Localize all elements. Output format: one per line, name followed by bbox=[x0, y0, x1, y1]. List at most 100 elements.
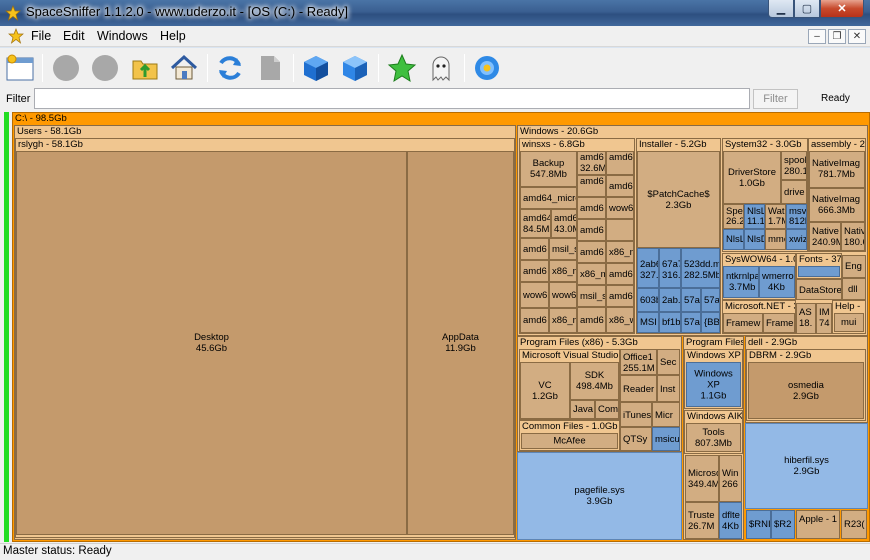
menu-windows[interactable]: Windows bbox=[97, 29, 148, 43]
file-button[interactable] bbox=[254, 52, 286, 84]
treemap-driverstore[interactable]: DriverStore 1.0Gb bbox=[723, 151, 781, 204]
treemap-common-files[interactable]: Common Files - 1.0Gb McAfee bbox=[519, 420, 620, 451]
treemap-winsxs-item[interactable]: amd6 bbox=[577, 175, 606, 197]
favorite-button[interactable] bbox=[386, 52, 418, 84]
filter-button[interactable]: Filter bbox=[753, 89, 798, 109]
disabled-button-1[interactable] bbox=[50, 52, 82, 84]
treemap-dll[interactable]: dll bbox=[842, 278, 866, 300]
treemap-winsxs-item[interactable]: amd6 bbox=[520, 308, 549, 333]
treemap-winsxs-item[interactable]: amd643.0M bbox=[551, 209, 577, 238]
treemap-syswow-item[interactable]: wmerro 4Kb bbox=[759, 266, 795, 298]
treemap-winsxs-item[interactable]: x86_m bbox=[549, 260, 577, 282]
treemap-installer-item[interactable]: bf1b bbox=[659, 312, 681, 333]
treemap-installer-item[interactable]: 2ab6327. bbox=[637, 248, 659, 288]
treemap-installer-item[interactable]: 523dd.ms282.5Mb bbox=[681, 248, 720, 288]
treemap-sec[interactable]: Sec bbox=[657, 349, 680, 375]
menu-help[interactable]: Help bbox=[160, 29, 186, 43]
treemap-reader[interactable]: Reader bbox=[620, 375, 657, 402]
treemap-patchcache[interactable]: $PatchCache$ 2.3Gb bbox=[637, 151, 720, 248]
treemap-installer-item[interactable]: {BB bbox=[701, 312, 720, 333]
refresh-button[interactable] bbox=[214, 52, 246, 84]
treemap-pf-item[interactable]: dflte 4Kb bbox=[719, 502, 742, 539]
treemap-winsxs-item[interactable]: amd6 bbox=[520, 238, 549, 260]
treemap-winsxs-item[interactable]: amd6 bbox=[577, 219, 606, 241]
settings-button[interactable] bbox=[471, 52, 503, 84]
treemap-mui[interactable]: mui bbox=[834, 313, 864, 332]
treemap-winsxs-item[interactable]: msil_s bbox=[549, 238, 577, 260]
treemap-pf-item[interactable]: Win 266 bbox=[719, 455, 742, 502]
treemap-installer-item[interactable]: 2ab. bbox=[659, 288, 681, 312]
treemap-msicu[interactable]: msicu bbox=[652, 427, 680, 451]
treemap-hiberfil[interactable]: hiberfil.sys 2.9Gb bbox=[745, 423, 868, 509]
treemap-winsxs-item[interactable]: amd6 bbox=[606, 285, 634, 307]
treemap-winsxs-item[interactable]: wow6 bbox=[549, 282, 577, 308]
treemap-sdk[interactable]: SDK 498.4Mb bbox=[570, 362, 619, 400]
treemap-installer-item[interactable]: 57a bbox=[701, 288, 720, 312]
treemap-sys32-item[interactable]: Spe 26.2 bbox=[723, 204, 744, 229]
treemap-windows-aik[interactable]: Windows AIK Tools 807.3Mb bbox=[684, 410, 743, 454]
menu-file[interactable]: File bbox=[31, 29, 51, 43]
treemap-apple[interactable]: Apple - 1 bbox=[796, 510, 840, 539]
treemap-as-item[interactable]: AS 18. bbox=[796, 303, 816, 334]
maximize-button[interactable]: ▢ bbox=[794, 0, 820, 18]
treemap-pagefile[interactable]: pagefile.sys 3.9Gb bbox=[517, 452, 682, 540]
treemap-micr[interactable]: Micr bbox=[652, 402, 680, 427]
treemap-winsxs-item[interactable]: msil_s bbox=[577, 285, 606, 307]
folder-up-button[interactable] bbox=[129, 52, 161, 84]
treemap-vc[interactable]: VC 1.2Gb bbox=[520, 362, 570, 419]
mdi-restore-button[interactable]: ❐ bbox=[828, 29, 846, 44]
mdi-minimize-button[interactable]: – bbox=[808, 29, 826, 44]
treemap-winsxs-item[interactable]: x86_w bbox=[606, 307, 634, 333]
treemap-winsxs-item[interactable]: amd6 bbox=[606, 151, 634, 175]
treemap-pf-item[interactable]: Truste 26.7M bbox=[685, 502, 719, 539]
treemap-sys32-item[interactable]: xwiz bbox=[786, 229, 807, 250]
treemap-installer-item[interactable]: 57a3 bbox=[681, 312, 701, 333]
treemap-office[interactable]: Office1 255.1M bbox=[620, 349, 657, 375]
close-button[interactable]: ✕ bbox=[820, 0, 864, 18]
treemap-sys32-item[interactable]: msv812k bbox=[786, 204, 807, 229]
treemap-assembly-item[interactable]: Native 240.9M bbox=[809, 222, 841, 251]
treemap-sys32-item[interactable]: NlsL 11.1 bbox=[744, 204, 765, 229]
treemap-pf-item[interactable]: Microso 349.4M bbox=[685, 455, 719, 502]
treemap-installer-item[interactable]: 603b bbox=[637, 288, 659, 312]
cube-button[interactable] bbox=[300, 52, 332, 84]
treemap-mcafee[interactable]: McAfee bbox=[521, 433, 618, 449]
treemap-assembly-item[interactable]: NativeImag 781.7Mb bbox=[809, 151, 865, 188]
treemap-r2[interactable]: $R2 bbox=[771, 510, 795, 539]
treemap-winsxs-item[interactable]: amd6 bbox=[577, 241, 606, 263]
treemap-assembly-item[interactable]: Native180.6 bbox=[841, 222, 865, 251]
treemap-winsxs-item[interactable]: amd64_micro bbox=[520, 187, 577, 209]
treemap-desktop[interactable]: Desktop 45.6Gb bbox=[16, 151, 407, 535]
treemap-eng[interactable]: Eng bbox=[842, 255, 866, 278]
new-scan-button[interactable] bbox=[4, 52, 36, 84]
treemap-winsxs-item[interactable]: amd64 84.5Ml bbox=[520, 209, 551, 238]
treemap-winsxs-item[interactable]: amd6 bbox=[577, 307, 606, 333]
treemap-winsxs-item[interactable]: wow6 bbox=[520, 282, 549, 308]
cube-filter-button[interactable] bbox=[339, 52, 371, 84]
treemap-datastore[interactable]: DataStore bbox=[796, 279, 842, 300]
treemap-assembly-item[interactable]: NativeImag 666.3Mb bbox=[809, 188, 865, 222]
filter-input[interactable] bbox=[34, 88, 750, 109]
treemap-help[interactable]: Help - mui bbox=[832, 300, 866, 334]
treemap-sys32-item[interactable]: spool 280.1 bbox=[781, 151, 807, 180]
treemap-dotnet-item[interactable]: Frame bbox=[763, 313, 795, 333]
treemap-rni[interactable]: $RNI bbox=[746, 510, 771, 539]
disabled-button-2[interactable] bbox=[89, 52, 121, 84]
treemap-winsxs-item[interactable]: x86_m bbox=[577, 263, 606, 285]
treemap-backup[interactable]: Backup 547.8Mb bbox=[520, 151, 577, 187]
treemap-syswow-item[interactable]: ntkrnlpa 3.7Mb bbox=[723, 266, 759, 298]
minimize-button[interactable]: ▁ bbox=[768, 0, 794, 18]
treemap-qtsy[interactable]: QTSy bbox=[620, 427, 652, 451]
treemap-winsxs-item[interactable]: amd6 bbox=[606, 175, 634, 197]
treemap-windows-xp[interactable]: Windows XP 1.1Gb bbox=[686, 362, 741, 407]
treemap-winsxs-item[interactable]: wow6 bbox=[606, 197, 634, 219]
treemap-appdata[interactable]: AppData 11.9Gb bbox=[407, 151, 514, 535]
menu-edit[interactable]: Edit bbox=[63, 29, 85, 43]
treemap-java[interactable]: Java bbox=[570, 400, 595, 419]
treemap-sys32-item[interactable]: NlsL bbox=[723, 229, 744, 250]
treemap-winsxs-item[interactable] bbox=[606, 219, 634, 241]
treemap-windows-xp-group[interactable]: Windows XP Windows XP 1.1Gb bbox=[684, 349, 743, 409]
treemap-winsxs-item[interactable]: amd6 bbox=[520, 260, 549, 282]
treemap-sys32-item[interactable]: Wat1.7M bbox=[765, 204, 786, 229]
treemap-sys32-item[interactable]: NlsD bbox=[744, 229, 765, 250]
